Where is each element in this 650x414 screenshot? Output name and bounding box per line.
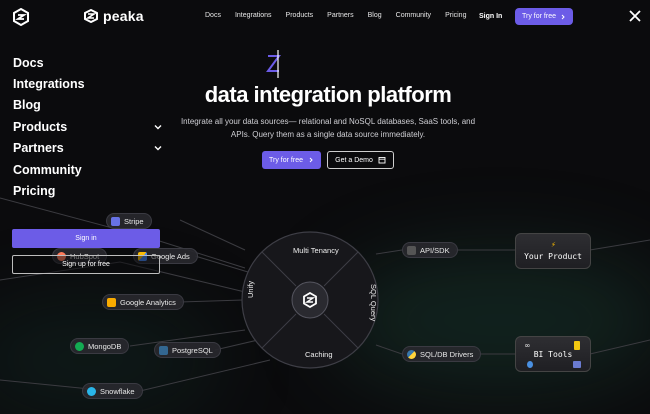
nav-link-integrations[interactable]: Integrations xyxy=(235,12,272,19)
source-mongodb: MongoDB xyxy=(70,338,130,354)
hero-title: data integration platform xyxy=(204,82,452,107)
your-product-label: Your Product xyxy=(524,251,582,261)
source-postgresql: PostgreSQL xyxy=(154,342,221,358)
calendar-icon xyxy=(378,157,386,164)
nav-link-community[interactable]: Community xyxy=(396,12,431,19)
output-sql-db-drivers: SQL/DB Drivers xyxy=(402,346,482,362)
hero-get-demo-button[interactable]: Get a Demo xyxy=(327,151,394,169)
menu-item-products[interactable]: Products xyxy=(13,116,163,137)
nav-try-free-label: Try for free xyxy=(522,13,556,20)
source-google-analytics: Google Analytics xyxy=(102,294,184,310)
segment-unify: Unify xyxy=(246,280,255,298)
menu-item-label: Community xyxy=(13,162,82,177)
menu-item-label: Blog xyxy=(13,98,41,113)
snowflake-icon xyxy=(87,386,96,396)
source-label: Snowflake xyxy=(100,386,135,396)
output-api-sdk: API/SDK xyxy=(402,242,458,258)
nav-link-docs[interactable]: Docs xyxy=(205,12,221,19)
python-icon xyxy=(407,349,416,359)
hero-try-free-button[interactable]: Try for free xyxy=(262,151,321,169)
peaka-mark-icon xyxy=(84,9,98,23)
top-nav: peaka Docs Integrations Products Partner… xyxy=(0,0,650,32)
infinity-icon: ∞ xyxy=(525,341,530,350)
menu-item-label: Products xyxy=(13,119,68,134)
mongodb-icon xyxy=(75,341,84,351)
source-label: PostgreSQL xyxy=(172,345,213,355)
looker-icon xyxy=(527,361,533,368)
nav-links: Docs Integrations Products Partners Blog… xyxy=(205,12,466,19)
menu-item-label: Pricing xyxy=(13,184,56,199)
stripe-icon xyxy=(111,216,120,226)
lightning-icon: ⚡ xyxy=(551,240,556,249)
hero-get-demo-label: Get a Demo xyxy=(335,156,373,164)
chevron-down-icon xyxy=(154,146,162,151)
menu-item-blog[interactable]: Blog xyxy=(13,95,163,116)
metabase-icon xyxy=(573,361,581,368)
menu-item-label: Docs xyxy=(13,55,44,70)
menu-sign-in-button[interactable]: Sign in xyxy=(12,229,160,248)
source-stripe: Stripe xyxy=(106,213,152,229)
peaka-logo-icon[interactable] xyxy=(12,8,30,26)
source-snowflake: Snowflake xyxy=(82,383,143,399)
menu-item-community[interactable]: Community xyxy=(13,159,163,180)
nav-try-free-button[interactable]: Try for free xyxy=(515,8,573,25)
brand-logo[interactable]: peaka xyxy=(83,8,144,24)
menu-item-pricing[interactable]: Pricing xyxy=(13,180,163,201)
peaka-core-icon xyxy=(303,292,317,308)
hero-subtitle: Integrate all your data sources— relatio… xyxy=(180,117,476,139)
output-label: API/SDK xyxy=(420,245,450,255)
menu-item-partners[interactable]: Partners xyxy=(13,138,163,159)
your-product-card: Your Product ⚡ xyxy=(515,233,591,269)
chevron-right-icon xyxy=(309,157,313,163)
hero-try-free-label: Try for free xyxy=(269,156,303,164)
source-label: MongoDB xyxy=(88,341,122,351)
google-analytics-icon xyxy=(107,297,116,307)
nav-sign-in-link[interactable]: Sign In xyxy=(479,13,502,20)
menu-item-integrations[interactable]: Integrations xyxy=(13,73,163,94)
nav-link-blog[interactable]: Blog xyxy=(368,12,382,19)
source-label: Google Analytics xyxy=(120,297,176,307)
output-label: SQL/DB Drivers xyxy=(420,349,474,359)
hero-z-mark-icon xyxy=(266,50,281,78)
segment-sql-query: SQL Query xyxy=(369,284,378,322)
bi-tools-label: BI Tools xyxy=(533,349,573,359)
api-sdk-icon xyxy=(407,245,416,255)
menu-item-label: Integrations xyxy=(13,77,85,92)
close-icon[interactable] xyxy=(627,8,643,24)
menu-sign-up-button[interactable]: Sign up for free xyxy=(12,255,160,274)
bi-tools-card: BI Tools ∞ xyxy=(515,336,591,372)
nav-link-partners[interactable]: Partners xyxy=(327,12,353,19)
powerbi-icon xyxy=(574,341,580,350)
nav-link-products[interactable]: Products xyxy=(286,12,314,19)
chevron-right-icon xyxy=(561,14,565,19)
menu-item-label: Partners xyxy=(13,141,64,156)
menu-item-docs[interactable]: Docs xyxy=(13,52,163,73)
postgresql-icon xyxy=(159,345,168,355)
nav-link-pricing[interactable]: Pricing xyxy=(445,12,466,19)
segment-multi-tenancy: Multi Tenancy xyxy=(293,246,339,255)
source-label: Stripe xyxy=(124,216,144,226)
segment-caching: Caching xyxy=(305,350,333,359)
chevron-down-icon xyxy=(154,124,162,130)
brand-name: peaka xyxy=(103,8,144,24)
mobile-menu: Docs Integrations Blog Products Partners… xyxy=(13,52,163,202)
